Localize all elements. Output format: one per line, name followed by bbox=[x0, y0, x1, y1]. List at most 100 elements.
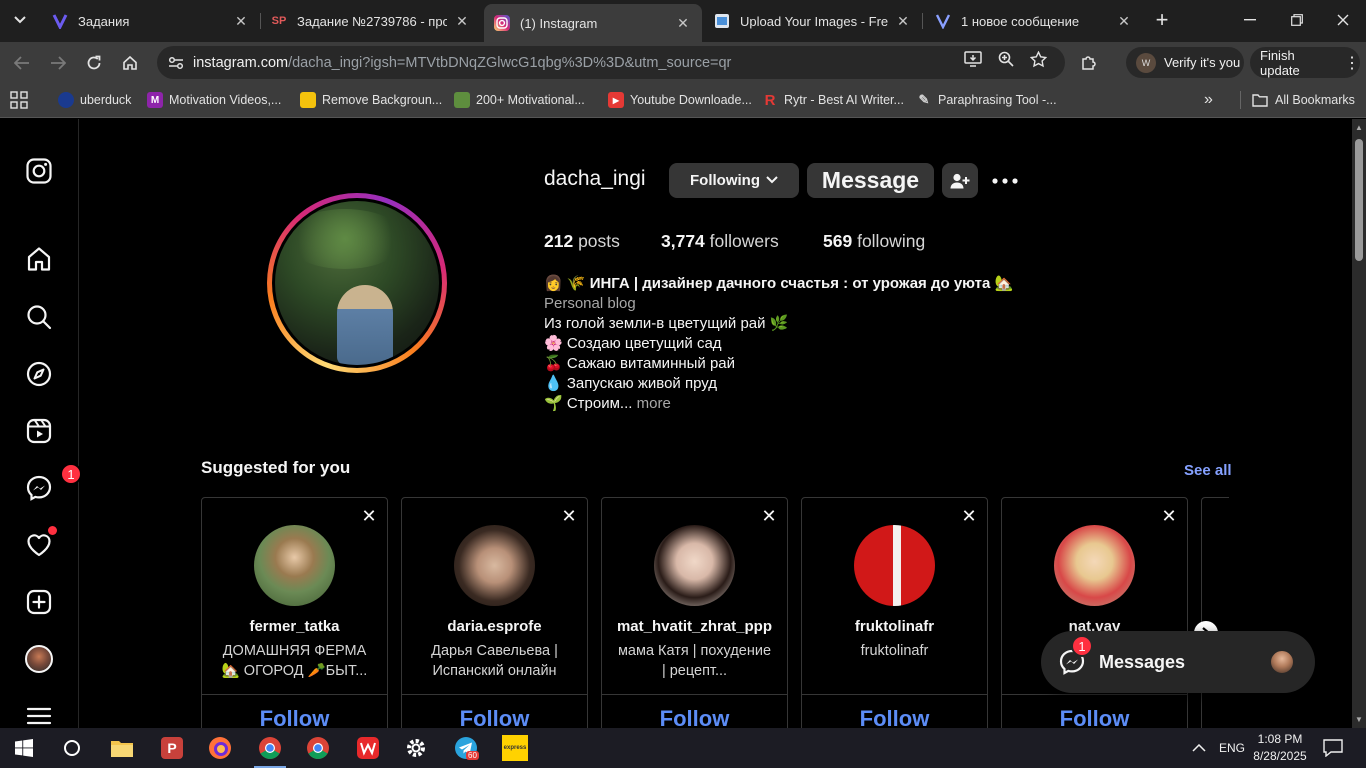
message-button[interactable]: Message bbox=[807, 163, 934, 198]
close-window-button[interactable] bbox=[1323, 6, 1363, 34]
tab-zadaniya[interactable]: Задания ✕ bbox=[42, 6, 260, 36]
taskbar-firefox[interactable] bbox=[200, 732, 240, 764]
avatar[interactable] bbox=[854, 525, 935, 606]
address-bar[interactable]: instagram.com/dacha_ingi?igsh=MTVtbDNqZG… bbox=[157, 46, 1065, 79]
nav-create[interactable] bbox=[22, 585, 56, 619]
taskbar-chrome-active[interactable] bbox=[250, 732, 290, 768]
apps-button[interactable] bbox=[10, 90, 28, 110]
suggestion-card[interactable]: ✕ daria.esprofe Дарья Савельева | Испанс… bbox=[401, 497, 588, 728]
extensions-button[interactable] bbox=[1076, 50, 1102, 76]
language-indicator[interactable]: ENG bbox=[1219, 728, 1245, 768]
nav-explore[interactable] bbox=[22, 357, 56, 391]
follow-button[interactable]: Follow bbox=[1002, 706, 1187, 728]
bookmark-youtube-downloader[interactable]: ▶ Youtube Downloade... bbox=[608, 90, 752, 110]
close-icon[interactable]: ✕ bbox=[232, 12, 250, 30]
taskbar-chrome[interactable] bbox=[298, 732, 338, 764]
follow-button[interactable]: Follow bbox=[202, 706, 387, 728]
close-icon[interactable]: ✕ bbox=[961, 506, 977, 526]
close-icon[interactable]: ✕ bbox=[761, 506, 777, 526]
nav-home[interactable] bbox=[22, 242, 56, 276]
back-button[interactable] bbox=[9, 50, 35, 76]
suggestion-username[interactable]: fruktolinafr bbox=[802, 618, 987, 635]
all-bookmarks-button[interactable]: All Bookmarks bbox=[1252, 90, 1355, 110]
suggestion-username[interactable]: daria.esprofe bbox=[402, 618, 587, 635]
close-icon[interactable]: ✕ bbox=[561, 506, 577, 526]
finish-update-button[interactable]: Finish update ⋮ bbox=[1250, 47, 1360, 78]
bookmark-remove-background[interactable]: Remove Backgroun... bbox=[300, 90, 442, 110]
tab-search-button[interactable] bbox=[6, 8, 34, 32]
suggestion-card[interactable]: ✕ fruktolinafr fruktolinafr Follow bbox=[801, 497, 988, 728]
site-info-icon[interactable] bbox=[165, 52, 187, 74]
close-icon[interactable]: ✕ bbox=[1161, 506, 1177, 526]
avatar[interactable] bbox=[254, 525, 335, 606]
suggestion-username[interactable]: mat_hvatit_zhrat_ppp bbox=[602, 618, 787, 635]
taskbar-file-explorer[interactable] bbox=[102, 732, 142, 764]
bookmark-motivational[interactable]: 200+ Motivational... bbox=[454, 90, 585, 110]
nav-search[interactable] bbox=[22, 300, 56, 334]
taskbar-settings[interactable] bbox=[396, 732, 436, 764]
avatar[interactable] bbox=[1054, 525, 1135, 606]
system-clock[interactable]: 1:08 PM 8/28/2025 bbox=[1244, 731, 1316, 765]
tab-instagram[interactable]: (1) Instagram ✕ bbox=[484, 4, 702, 42]
messages-dock[interactable]: 1 Messages bbox=[1041, 631, 1315, 693]
suggestion-card[interactable]: ✕ nat.vav Follow bbox=[1001, 497, 1188, 728]
suggestion-username[interactable]: fermer_tatka bbox=[202, 618, 387, 635]
new-tab-button[interactable]: + bbox=[1150, 7, 1174, 32]
taskbar-express[interactable]: express bbox=[495, 732, 535, 764]
home-button[interactable] bbox=[117, 50, 143, 76]
zoom-icon[interactable] bbox=[994, 47, 1018, 71]
tab-upload-images[interactable]: Upload Your Images - Free I ✕ bbox=[704, 6, 922, 36]
show-hidden-icons-button[interactable] bbox=[1192, 728, 1206, 768]
follow-button[interactable]: Follow bbox=[602, 706, 787, 728]
instagram-logo[interactable] bbox=[22, 154, 56, 188]
reload-button[interactable] bbox=[81, 50, 107, 76]
bookmark-rytr[interactable]: R Rytr - Best AI Writer... bbox=[762, 90, 904, 110]
search-button[interactable] bbox=[52, 732, 92, 764]
suggestion-card[interactable]: ✕ fermer_tatka ДОМАШНЯЯ ФЕРМА 🏡 ОГОРОД 🥕… bbox=[201, 497, 388, 728]
notification-center-button[interactable] bbox=[1323, 728, 1343, 768]
following-button[interactable]: Following bbox=[669, 163, 799, 198]
bio-more-link[interactable]: more bbox=[637, 395, 671, 412]
install-app-icon[interactable] bbox=[961, 47, 985, 71]
bookmark-uberduck[interactable]: uberduck bbox=[58, 90, 131, 110]
scrollbar-thumb[interactable] bbox=[1355, 139, 1363, 261]
close-icon[interactable]: ✕ bbox=[453, 12, 471, 30]
follow-button[interactable]: Follow bbox=[402, 706, 587, 728]
bookmark-paraphrasing-tool[interactable]: ✎ Paraphrasing Tool -... bbox=[916, 90, 1057, 110]
nav-reels[interactable] bbox=[22, 414, 56, 448]
tab-zadanie[interactable]: SP Задание №2739786 - прос ✕ bbox=[261, 6, 481, 36]
close-icon[interactable]: ✕ bbox=[674, 14, 692, 32]
verify-profile-button[interactable]: W Verify it's you bbox=[1126, 47, 1244, 78]
nav-notifications[interactable] bbox=[22, 526, 57, 562]
suggestion-card-partial[interactable] bbox=[1201, 497, 1229, 728]
bookmark-star-icon[interactable] bbox=[1026, 47, 1050, 71]
tab-new-message[interactable]: 1 новое сообщение ✕ bbox=[925, 6, 1143, 36]
suggestion-card[interactable]: ✕ mat_hvatit_zhrat_ppp мама Катя | похуд… bbox=[601, 497, 788, 728]
avatar[interactable] bbox=[454, 525, 535, 606]
see-all-link[interactable]: See all bbox=[1184, 462, 1232, 479]
bookmarks-overflow-button[interactable]: » bbox=[1204, 90, 1213, 110]
follow-button[interactable]: Follow bbox=[802, 706, 987, 728]
close-icon[interactable]: ✕ bbox=[361, 506, 377, 526]
taskbar-psiphon[interactable]: P bbox=[152, 732, 192, 764]
page-scrollbar[interactable]: ▲ ▼ bbox=[1352, 119, 1366, 728]
more-options-button[interactable] bbox=[990, 169, 1020, 193]
close-icon[interactable]: ✕ bbox=[1115, 12, 1133, 30]
scroll-down-icon[interactable]: ▼ bbox=[1355, 715, 1363, 724]
restore-button[interactable] bbox=[1277, 6, 1317, 34]
avatar[interactable] bbox=[654, 525, 735, 606]
following-stat[interactable]: 569 following bbox=[823, 231, 925, 252]
nav-more[interactable] bbox=[22, 699, 56, 728]
nav-messages[interactable]: 1 bbox=[22, 463, 82, 505]
taskbar-telegram[interactable]: 60 bbox=[446, 732, 486, 764]
forward-button[interactable] bbox=[45, 50, 71, 76]
followers-stat[interactable]: 3,774 followers bbox=[661, 231, 779, 252]
scroll-up-icon[interactable]: ▲ bbox=[1355, 123, 1363, 132]
suggest-users-button[interactable] bbox=[942, 163, 978, 198]
taskbar-wps[interactable] bbox=[348, 732, 388, 764]
minimize-button[interactable] bbox=[1230, 6, 1270, 34]
bookmark-motivation-videos[interactable]: M Motivation Videos,... bbox=[147, 90, 281, 110]
close-icon[interactable]: ✕ bbox=[894, 12, 912, 30]
profile-picture[interactable] bbox=[267, 193, 447, 373]
start-button[interactable] bbox=[4, 732, 44, 764]
